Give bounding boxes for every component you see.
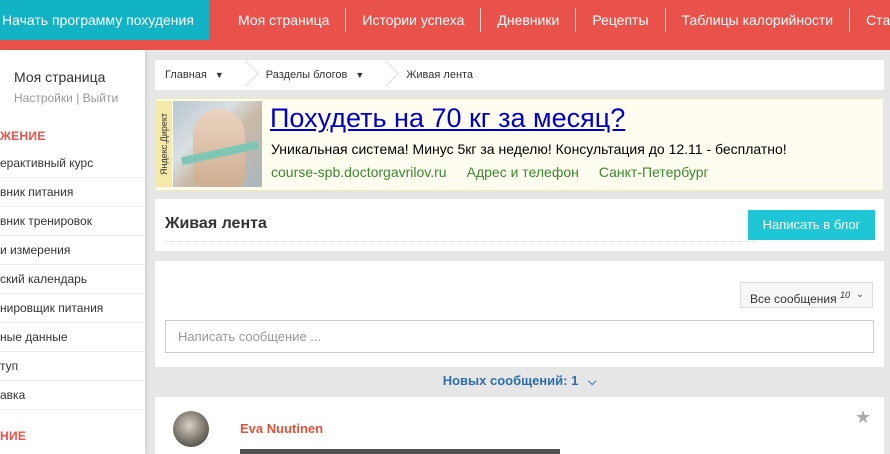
ad-provider-tag: Яндекс.Директ [156,101,172,187]
breadcrumb-home[interactable]: Главная ▼ [155,60,242,90]
breadcrumb-current: Живая лента [396,60,491,90]
chevron-down-icon: ▼ [214,70,224,80]
breadcrumb-blog-sections[interactable]: Разделы блогов ▼ [256,60,382,90]
messages-filter-select[interactable]: Все сообщения 10 ⌄ [740,282,873,308]
feed-post: Eva Nuutinen ★ [155,397,884,454]
sidebar-item-calendar[interactable]: ский календарь [0,265,145,294]
messages-panel: Все сообщения 10 ⌄ [155,261,884,367]
logout-link[interactable]: Выйти [83,91,119,105]
ad-contacts-link[interactable]: Адрес и телефон [467,164,579,180]
breadcrumb-sections-label: Разделы блогов [265,69,348,81]
nav-item-diaries[interactable]: Дневники [481,0,575,40]
top-navigation: Начать программу похудения Моя страница … [0,0,890,50]
ad-domain-link[interactable]: course-spb.doctorgavrilov.ru [271,164,447,180]
post-author-link[interactable]: Eva Nuutinen [240,421,323,436]
sidebar-menu: ерактивный курс вник питания вник тренир… [0,149,145,410]
chevron-down-icon: ▼ [355,70,365,80]
avatar[interactable] [173,411,209,447]
write-blog-button[interactable]: Написать в блог [748,210,875,240]
sidebar-item-personal-data[interactable]: ные данные [0,323,145,352]
breadcrumb-divider [382,60,396,90]
sidebar-user-links: Настройки | Выйти [14,91,118,105]
nav-item-my-page[interactable]: Моя страница [222,0,345,40]
star-icon[interactable]: ★ [855,407,871,428]
ad-title-link[interactable]: Похудеть на 70 кг за месяц? [270,103,625,134]
left-sidebar: Моя страница Настройки | Выйти ЖЕНИЕ ера… [0,50,145,454]
ad-description: Уникальная система! Минус 5кг за неделю!… [271,141,787,157]
sidebar-section-title: ЖЕНИЕ [0,129,46,143]
nav-item-calorie-tables[interactable]: Таблицы калорийности [666,0,850,40]
page-title: Живая лента [165,215,267,232]
title-divider [165,241,755,242]
sidebar-item-help[interactable]: авка [0,381,145,410]
sidebar-item-measurements[interactable]: и измерения [0,236,145,265]
breadcrumb-home-label: Главная [165,69,207,81]
ad-links: course-spb.doctorgavrilov.ru Адрес и тел… [271,164,709,180]
ad-provider-label: Яндекс.Директ [159,112,169,176]
nav-item-recipes[interactable]: Рецепты [576,0,664,40]
start-program-button[interactable]: Начать программу похудения [0,0,209,40]
top-nav-items: Моя страница Истории успеха Дневники Рец… [222,0,890,40]
breadcrumb: Главная ▼ Разделы блогов ▼ Живая лента [155,60,884,90]
filter-count-badge: 10 [839,290,850,300]
sidebar-item-food-diary[interactable]: вник питания [0,178,145,207]
sidebar-section-title-2: НИЕ [0,429,27,443]
breadcrumb-current-label: Живая лента [406,69,474,81]
nav-item-success-stories[interactable]: Истории успеха [346,0,480,40]
sidebar-item-access[interactable]: туп [0,352,145,381]
yandex-direct-ad[interactable]: Яндекс.Директ Похудеть на 70 кг за месяц… [155,98,884,191]
feed-header: Живая лента Написать в блог [155,199,884,251]
ad-image[interactable] [173,101,262,187]
link-separator: | [76,91,80,105]
sidebar-item-meal-planner[interactable]: нировщик питания [0,294,145,323]
filter-label: Все сообщения [750,292,837,306]
sidebar-item-interactive-course[interactable]: ерактивный курс [0,149,145,178]
settings-link[interactable]: Настройки [14,91,73,105]
nav-item-articles[interactable]: Ста [850,0,890,40]
ad-city-link[interactable]: Санкт-Петербург [599,164,709,180]
breadcrumb-divider [242,60,256,90]
chevron-down-icon: ⌄ [855,289,864,300]
sidebar-item-training-diary[interactable]: вник тренировок [0,207,145,236]
new-messages-label: Новых сообщений: 1 [442,373,579,388]
sidebar-user-name[interactable]: Моя страница [14,69,105,85]
new-messages-toggle[interactable]: Новых сообщений: 1 ⌵ [155,367,884,395]
post-text-cutoff [240,449,560,454]
chevron-down-icon: ⌵ [587,376,597,388]
write-message-input[interactable] [165,320,874,353]
